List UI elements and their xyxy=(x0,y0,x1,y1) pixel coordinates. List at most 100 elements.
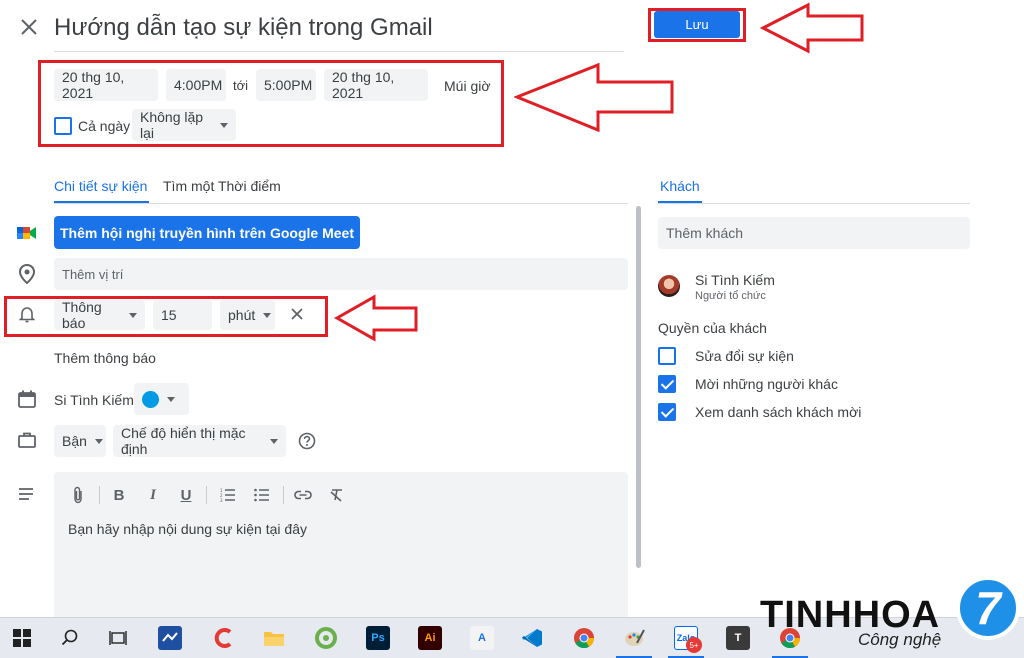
start-time-field[interactable]: 4:00PM xyxy=(166,69,226,101)
annotation-arrow-datetime xyxy=(512,62,676,139)
add-google-meet-button[interactable]: Thêm hội nghị truyền hình trên Google Me… xyxy=(54,216,360,249)
watermark-digit: 7 xyxy=(975,582,1001,634)
notification-type-value: Thông báo xyxy=(62,299,102,331)
all-day-checkbox[interactable] xyxy=(54,117,72,135)
google-meet-icon xyxy=(17,224,37,247)
link-icon[interactable] xyxy=(292,484,314,506)
permission-label-modify: Sửa đổi sự kiện xyxy=(695,348,794,364)
start-time-value: 4:00PM xyxy=(174,77,223,93)
numbered-list-icon[interactable]: 123 xyxy=(217,484,239,506)
permission-checkbox-see-list[interactable] xyxy=(658,403,676,421)
add-notification-link[interactable]: Thêm thông báo xyxy=(54,350,156,366)
windows-start-icon[interactable] xyxy=(10,626,34,650)
chevron-down-icon xyxy=(220,122,228,128)
chrome-icon[interactable] xyxy=(572,626,596,650)
organizer-avatar xyxy=(658,275,680,297)
save-button-label: Lưu xyxy=(685,17,709,32)
description-icon xyxy=(18,487,34,505)
help-icon[interactable] xyxy=(298,432,316,455)
zalo-notification-badge: 5+ xyxy=(686,637,702,653)
app-icon[interactable]: A xyxy=(470,626,494,650)
chevron-down-icon xyxy=(94,438,103,444)
search-icon[interactable] xyxy=(58,626,82,650)
guests-tabs-divider xyxy=(658,203,970,204)
whiteboard-app-icon[interactable] xyxy=(158,626,182,650)
calendar-color-dropdown[interactable] xyxy=(134,383,189,415)
save-button[interactable]: Lưu xyxy=(654,11,740,38)
underline-icon[interactable]: U xyxy=(175,484,197,506)
calendar-owner-name: Si Tình Kiếm xyxy=(54,392,134,408)
timezone-link[interactable]: Múi giờ xyxy=(444,78,491,94)
chevron-down-icon xyxy=(263,312,272,318)
annotation-arrow-notification xyxy=(333,294,420,347)
watermark-badge: 7 xyxy=(956,576,1020,640)
tinhhoa-watermark-logo: TINHHOA Công nghệ 7 xyxy=(760,576,1024,658)
toolbar-divider xyxy=(206,486,207,504)
event-title-input[interactable]: Hướng dẫn tạo sự kiện trong Gmail xyxy=(54,10,624,52)
end-time-value: 5:00PM xyxy=(264,77,313,93)
tabs-divider xyxy=(54,203,628,204)
bell-icon xyxy=(18,306,36,329)
photoshop-icon[interactable]: Ps xyxy=(366,626,390,650)
bold-icon[interactable]: B xyxy=(108,484,130,506)
chevron-down-icon xyxy=(270,438,278,444)
illustrator-icon[interactable]: Ai xyxy=(418,626,442,650)
notification-amount-input[interactable]: 15 xyxy=(153,300,212,330)
permission-checkbox-modify[interactable] xyxy=(658,347,676,365)
permission-checkbox-invite[interactable] xyxy=(658,375,676,393)
end-time-field[interactable]: 5:00PM xyxy=(256,69,316,101)
notification-amount-value: 15 xyxy=(161,307,177,323)
notification-type-dropdown[interactable]: Thông báo xyxy=(54,299,145,331)
organizer-name: Si Tình Kiếm xyxy=(695,272,775,288)
coccoc-browser-icon[interactable] xyxy=(314,626,338,650)
organizer-role: Người tổ chức xyxy=(695,290,766,302)
vscode-icon[interactable] xyxy=(520,626,544,650)
busy-value: Bận xyxy=(62,433,87,449)
add-google-meet-label: Thêm hội nghị truyền hình trên Google Me… xyxy=(60,224,354,241)
tab-find-time[interactable]: Tìm một Thời điểm xyxy=(163,178,281,194)
repeat-dropdown[interactable]: Không lặp lại xyxy=(132,109,236,141)
to-label: tới xyxy=(233,78,249,93)
location-placeholder: Thêm vị trí xyxy=(62,266,124,282)
bulleted-list-icon[interactable] xyxy=(251,484,273,506)
svg-text:3: 3 xyxy=(220,498,223,502)
file-explorer-icon[interactable] xyxy=(262,626,286,650)
start-date-field[interactable]: 20 thg 10, 2021 xyxy=(54,69,158,101)
briefcase-icon xyxy=(18,432,36,453)
permission-label-see-list: Xem danh sách khách mời xyxy=(695,404,862,420)
calendar-icon xyxy=(18,390,36,413)
tab-guests[interactable]: Khách xyxy=(660,178,700,194)
add-guests-placeholder: Thêm khách xyxy=(666,225,744,241)
visibility-dropdown[interactable]: Chế độ hiển thị mặc định xyxy=(113,425,286,457)
task-view-icon[interactable] xyxy=(106,626,130,650)
notification-unit-value: phút xyxy=(228,307,256,323)
ccleaner-icon[interactable] xyxy=(212,626,236,650)
clear-formatting-icon[interactable] xyxy=(326,484,348,506)
event-title: Hướng dẫn tạo sự kiện trong Gmail xyxy=(54,14,433,41)
add-guests-input[interactable]: Thêm khách xyxy=(658,217,970,249)
close-icon[interactable] xyxy=(18,16,40,38)
terminal-app-icon[interactable]: T xyxy=(726,626,750,650)
calendar-color-dot xyxy=(142,390,159,408)
notification-unit-dropdown[interactable]: phút xyxy=(220,300,275,330)
attachment-icon[interactable] xyxy=(67,484,89,506)
italic-icon[interactable]: I xyxy=(142,484,164,506)
start-date-value: 20 thg 10, 2021 xyxy=(62,69,125,101)
end-date-field[interactable]: 20 thg 10, 2021 xyxy=(324,69,428,101)
tab-event-details[interactable]: Chi tiết sự kiện xyxy=(54,178,147,194)
end-date-value: 20 thg 10, 2021 xyxy=(332,69,395,101)
all-day-label: Cả ngày xyxy=(78,118,131,134)
toolbar-divider xyxy=(99,486,100,504)
description-placeholder: Bạn hãy nhập nội dung sự kiện tại đây xyxy=(68,521,307,537)
annotation-arrow-save xyxy=(759,2,866,59)
watermark-sub: Công nghệ xyxy=(858,630,942,649)
paint-icon[interactable] xyxy=(622,626,646,650)
location-input[interactable]: Thêm vị trí xyxy=(54,258,628,290)
scrollbar[interactable] xyxy=(636,206,641,568)
guest-permissions-title: Quyền của khách xyxy=(658,320,767,336)
visibility-value: Chế độ hiển thị mặc định xyxy=(121,425,246,457)
busy-dropdown[interactable]: Bận xyxy=(54,425,106,457)
remove-notification-close-icon[interactable] xyxy=(290,307,304,326)
location-icon xyxy=(18,263,36,289)
chevron-down-icon xyxy=(129,312,137,318)
